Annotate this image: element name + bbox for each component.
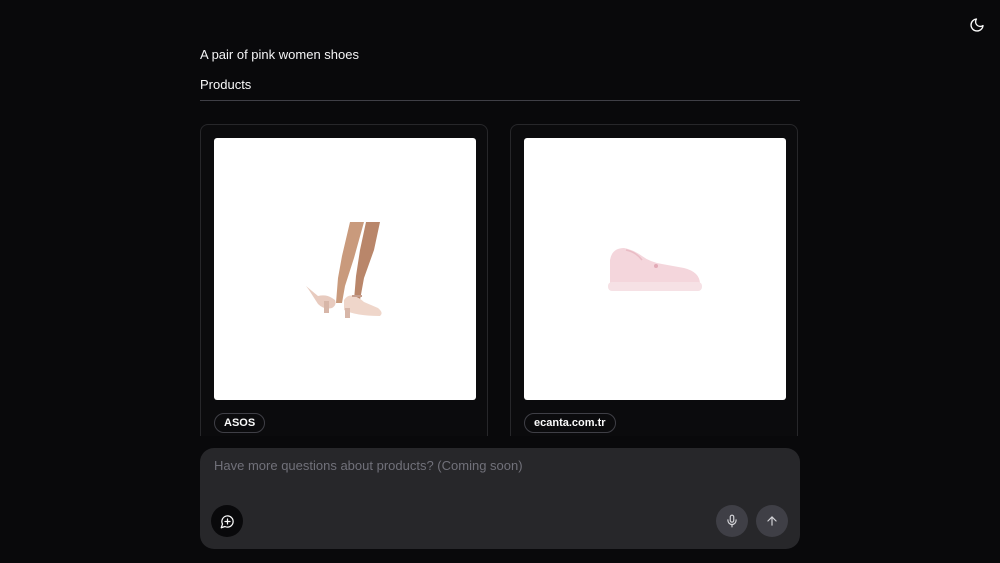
product-card[interactable]: ASOS [200, 124, 488, 436]
page: A pair of pink women shoes Products ASOS… [0, 0, 1000, 563]
divider [200, 100, 800, 101]
product-image[interactable] [214, 138, 476, 400]
source-badge[interactable]: ecanta.com.tr [524, 413, 616, 433]
pink-sneaker-image [608, 248, 702, 291]
product-cards: ASOS ecanta.com.tr [200, 124, 800, 436]
arrow-up-icon [767, 516, 777, 526]
product-image[interactable] [524, 138, 786, 400]
question-input[interactable] [212, 458, 786, 498]
message-plus-icon [220, 514, 234, 528]
product-card[interactable]: ecanta.com.tr [510, 124, 798, 436]
microphone-icon [727, 514, 737, 528]
chat-composer [200, 448, 800, 549]
moon-icon [970, 18, 984, 32]
products-heading: Products [200, 77, 252, 92]
pink-heels-image [306, 222, 382, 318]
new-chat-button[interactable] [211, 505, 243, 537]
source-badge[interactable]: ASOS [214, 413, 266, 433]
theme-toggle-button[interactable] [964, 12, 990, 38]
microphone-button[interactable] [716, 505, 748, 537]
send-button[interactable] [756, 505, 788, 537]
query-text: A pair of pink women shoes [200, 47, 359, 62]
